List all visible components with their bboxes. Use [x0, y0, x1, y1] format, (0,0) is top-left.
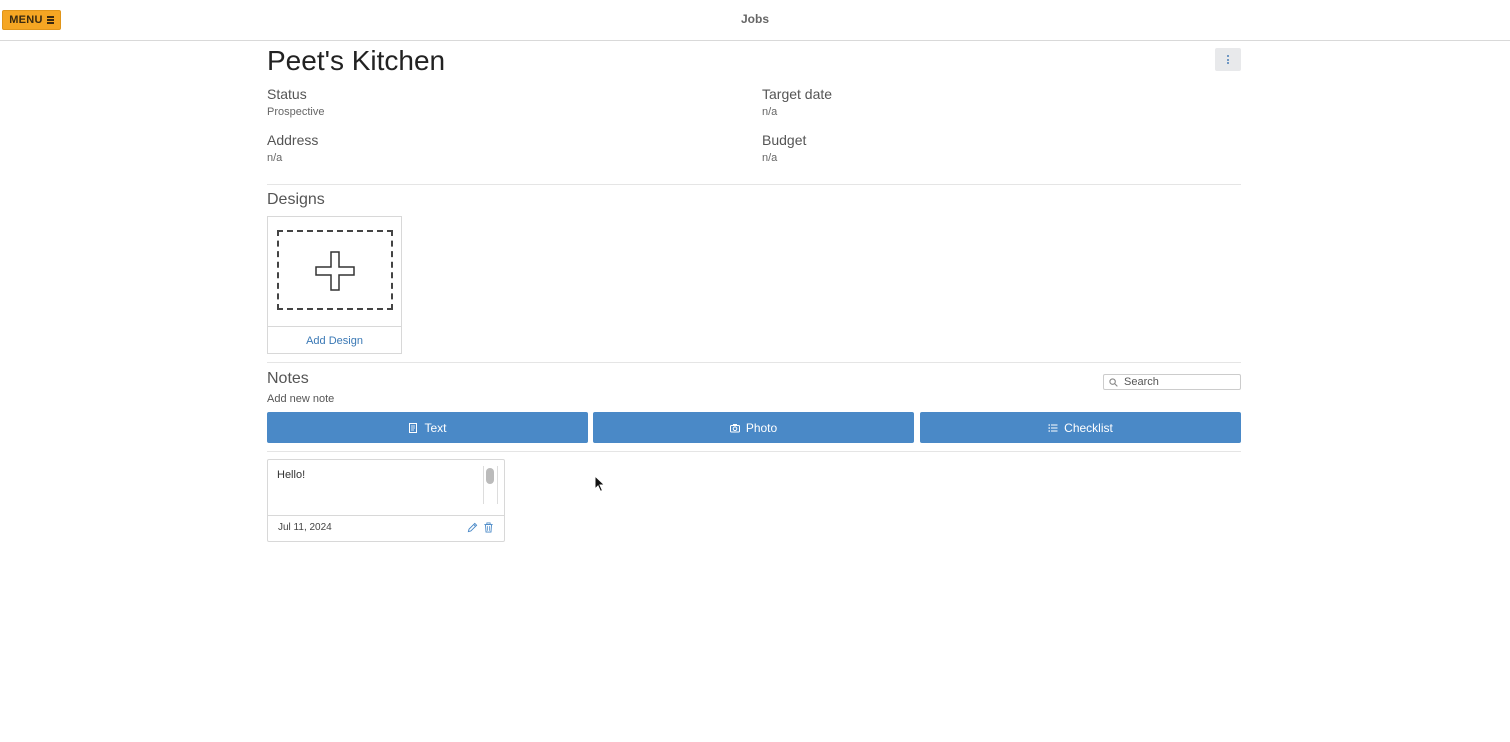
budget-value: n/a: [762, 152, 778, 164]
text-button-label: Text: [424, 420, 447, 435]
budget-label: Budget: [762, 132, 807, 148]
divider: [267, 362, 1241, 363]
note-date: Jul 11, 2024: [278, 522, 332, 533]
plus-icon: [315, 251, 355, 291]
trash-icon[interactable]: [483, 522, 494, 533]
add-text-note-button[interactable]: Text: [267, 412, 588, 443]
divider: [267, 451, 1241, 452]
status-field: Status Prospective: [267, 86, 324, 118]
note-text: Hello!: [277, 469, 306, 481]
mouse-cursor-icon: [594, 475, 606, 493]
kebab-icon: [1227, 55, 1229, 57]
pencil-icon[interactable]: [467, 522, 478, 533]
status-label: Status: [267, 86, 307, 102]
target-date-value: n/a: [762, 106, 778, 118]
add-new-note-label: Add new note: [267, 393, 335, 405]
address-value: n/a: [267, 152, 283, 164]
designs-heading: Designs: [267, 191, 325, 208]
add-design-card[interactable]: Add Design: [267, 216, 402, 354]
add-photo-note-button[interactable]: Photo: [593, 412, 914, 443]
divider: [267, 184, 1241, 185]
more-options-button[interactable]: [1215, 48, 1241, 71]
note-footer: Jul 11, 2024: [268, 515, 504, 543]
status-value: Prospective: [267, 106, 325, 118]
checklist-button-label: Checklist: [1064, 420, 1113, 435]
address-label: Address: [267, 132, 319, 148]
add-checklist-note-button[interactable]: Checklist: [920, 412, 1241, 443]
list-icon: [1048, 423, 1058, 432]
note-scrollbar[interactable]: [483, 466, 498, 504]
job-title: Peet's Kitchen: [267, 45, 446, 76]
address-field: Address n/a: [267, 132, 318, 164]
notes-heading: Notes: [267, 370, 309, 387]
photo-button-label: Photo: [745, 420, 778, 435]
top-bar: MENU Jobs: [0, 0, 1510, 41]
camera-icon: [729, 423, 740, 432]
notes-search[interactable]: [1103, 374, 1241, 390]
add-design-link[interactable]: Add Design: [268, 326, 401, 355]
add-design-dropzone[interactable]: [277, 230, 393, 310]
document-icon: [409, 422, 418, 433]
scrollbar-thumb[interactable]: [486, 468, 494, 484]
search-input[interactable]: [1124, 376, 1234, 388]
page-header-title: Jobs: [740, 12, 769, 26]
budget-field: Budget n/a: [762, 132, 806, 164]
target-date-label: Target date: [762, 86, 833, 102]
search-icon: [1109, 377, 1118, 387]
target-date-field: Target date n/a: [762, 86, 832, 118]
note-card: Hello! Jul 11, 2024: [267, 459, 505, 542]
